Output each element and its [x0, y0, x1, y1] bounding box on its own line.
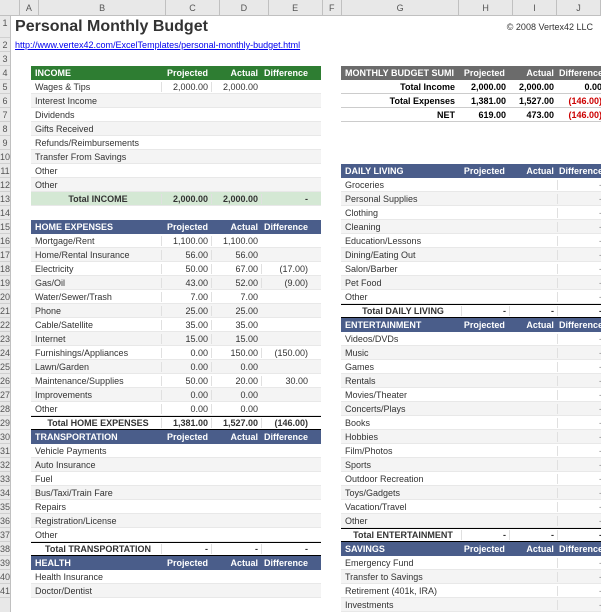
section-header: SAVINGSProjectedActualDifference: [341, 542, 601, 556]
col-e[interactable]: E: [269, 0, 323, 15]
table-row[interactable]: Gas/Oil43.0052.00(9.00): [31, 276, 321, 290]
spreadsheet: A B C D E F G H I J 12345678910111213141…: [0, 0, 601, 612]
table-row[interactable]: Refunds/Reimbursements: [31, 136, 321, 150]
summary-row: Total Expenses1,381.001,527.00(146.00): [341, 94, 601, 108]
table-row[interactable]: Pet Food-: [341, 276, 601, 290]
table-row[interactable]: Dividends: [31, 108, 321, 122]
table-row[interactable]: Salon/Barber-: [341, 262, 601, 276]
table-row[interactable]: Books-: [341, 416, 601, 430]
table-row[interactable]: Cable/Satellite35.0035.00: [31, 318, 321, 332]
table-row[interactable]: Vehicle Payments: [31, 444, 321, 458]
table-row[interactable]: Phone25.0025.00: [31, 304, 321, 318]
table-row[interactable]: Lawn/Garden0.000.00: [31, 360, 321, 374]
table-row[interactable]: Furnishings/Appliances0.00150.00(150.00): [31, 346, 321, 360]
table-row[interactable]: Other: [31, 528, 321, 542]
col-g[interactable]: G: [342, 0, 459, 15]
right-column: MONTHLY BUDGET SUMIProjectedActualDiffer…: [341, 66, 601, 612]
total-row: Total ENTERTAINMENT---: [341, 528, 601, 542]
table-row[interactable]: Maintenance/Supplies50.0020.0030.00: [31, 374, 321, 388]
table-row[interactable]: Other-: [341, 290, 601, 304]
table-row[interactable]: Education/Lessons-: [341, 234, 601, 248]
table-row[interactable]: Outdoor Recreation-: [341, 472, 601, 486]
column-headers: A B C D E F G H I J: [0, 0, 601, 16]
table-row[interactable]: Mortgage/Rent1,100.001,100.00: [31, 234, 321, 248]
table-row[interactable]: Water/Sewer/Trash7.007.00: [31, 290, 321, 304]
table-row[interactable]: Investments-: [341, 598, 601, 612]
table-row[interactable]: Cleaning-: [341, 220, 601, 234]
total-row: Total DAILY LIVING---: [341, 304, 601, 318]
col-j[interactable]: J: [557, 0, 601, 15]
left-column: INCOMEProjectedActualDifferenceWages & T…: [31, 66, 321, 612]
table-row[interactable]: Repairs: [31, 500, 321, 514]
total-row: Total TRANSPORTATION---: [31, 542, 321, 556]
col-b[interactable]: B: [39, 0, 166, 15]
section-header: HEALTHProjectedActualDifference: [31, 556, 321, 570]
summary-row: NET619.00473.00(146.00): [341, 108, 601, 122]
table-row[interactable]: Movies/Theater-: [341, 388, 601, 402]
table-row[interactable]: Fuel: [31, 472, 321, 486]
table-row[interactable]: Transfer to Savings-: [341, 570, 601, 584]
table-row[interactable]: Dining/Eating Out-: [341, 248, 601, 262]
total-row: Total INCOME2,000.002,000.00-: [31, 192, 321, 206]
table-row[interactable]: Clothing-: [341, 206, 601, 220]
table-row[interactable]: Improvements0.000.00: [31, 388, 321, 402]
table-row[interactable]: Electricity50.0067.00(17.00): [31, 262, 321, 276]
table-row[interactable]: Vacation/Travel-: [341, 500, 601, 514]
col-i[interactable]: I: [513, 0, 557, 15]
row-numbers: 1234567891011121314151617181920212223242…: [0, 16, 11, 612]
table-row[interactable]: Transfer From Savings: [31, 150, 321, 164]
section-header: TRANSPORTATIONProjectedActualDifference: [31, 430, 321, 444]
section-header: INCOMEProjectedActualDifference: [31, 66, 321, 80]
table-row[interactable]: Emergency Fund-: [341, 556, 601, 570]
summary-header: MONTHLY BUDGET SUMIProjectedActualDiffer…: [341, 66, 601, 80]
template-link[interactable]: http://www.vertex42.com/ExcelTemplates/p…: [11, 40, 300, 50]
col-a[interactable]: A: [20, 0, 40, 15]
table-row[interactable]: Rentals-: [341, 374, 601, 388]
table-row[interactable]: Internet15.0015.00: [31, 332, 321, 346]
table-row[interactable]: Other: [31, 164, 321, 178]
col-h[interactable]: H: [459, 0, 513, 15]
table-row[interactable]: Groceries-: [341, 178, 601, 192]
section-header: ENTERTAINMENTProjectedActualDifference: [341, 318, 601, 332]
page-title: Personal Monthly Budget: [11, 18, 208, 36]
table-row[interactable]: Doctor/Dentist: [31, 584, 321, 598]
section-header: DAILY LIVINGProjectedActualDifference: [341, 164, 601, 178]
table-row[interactable]: Videos/DVDs-: [341, 332, 601, 346]
summary-row: Total Income2,000.002,000.000.00: [341, 80, 601, 94]
copyright: © 2008 Vertex42 LLC: [507, 22, 593, 32]
table-row[interactable]: Other: [31, 178, 321, 192]
col-f[interactable]: F: [323, 0, 343, 15]
section-header: HOME EXPENSESProjectedActualDifference: [31, 220, 321, 234]
table-row[interactable]: Personal Supplies-: [341, 192, 601, 206]
table-row[interactable]: Wages & Tips2,000.002,000.00: [31, 80, 321, 94]
table-row[interactable]: Hobbies-: [341, 430, 601, 444]
table-row[interactable]: Gifts Received: [31, 122, 321, 136]
table-row[interactable]: Interest Income: [31, 94, 321, 108]
table-row[interactable]: Home/Rental Insurance56.0056.00: [31, 248, 321, 262]
table-row[interactable]: Other-: [341, 514, 601, 528]
total-row: Total HOME EXPENSES1,381.001,527.00(146.…: [31, 416, 321, 430]
table-row[interactable]: Bus/Taxi/Train Fare: [31, 486, 321, 500]
col-c[interactable]: C: [166, 0, 220, 15]
table-row[interactable]: Games-: [341, 360, 601, 374]
table-row[interactable]: Health Insurance: [31, 570, 321, 584]
table-row[interactable]: Other0.000.00: [31, 402, 321, 416]
table-row[interactable]: Retirement (401k, IRA)-: [341, 584, 601, 598]
table-row[interactable]: Music-: [341, 346, 601, 360]
table-row[interactable]: Auto Insurance: [31, 458, 321, 472]
table-row[interactable]: Toys/Gadgets-: [341, 486, 601, 500]
table-row[interactable]: Sports-: [341, 458, 601, 472]
table-row[interactable]: Concerts/Plays-: [341, 402, 601, 416]
col-d[interactable]: D: [220, 0, 269, 15]
table-row[interactable]: Registration/License: [31, 514, 321, 528]
table-row[interactable]: Film/Photos-: [341, 444, 601, 458]
